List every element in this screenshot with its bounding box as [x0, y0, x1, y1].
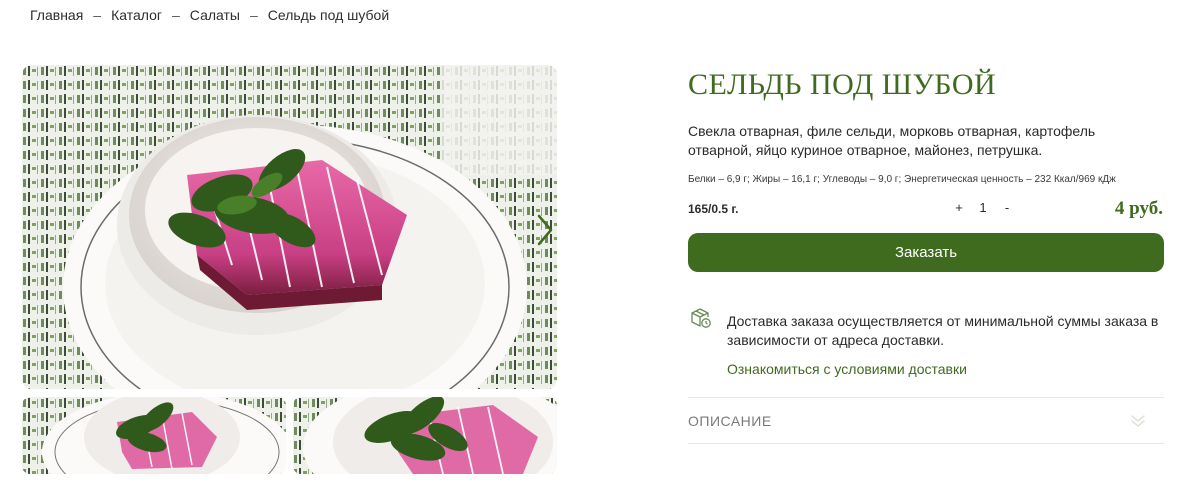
breadcrumb-current: Сельдь под шубой: [267, 7, 390, 23]
quantity-stepper: + 1 -: [952, 200, 1014, 215]
quantity-value: 1: [979, 200, 987, 215]
product-nutrition: Белки – 6,9 г; Жиры – 16,1 г; Углеводы –…: [688, 174, 1116, 185]
quantity-minus-button[interactable]: -: [1000, 200, 1014, 215]
product-thumbnail-1[interactable]: [22, 397, 286, 474]
breadcrumb: Главная – Каталог – Салаты – Сельдь под …: [30, 7, 389, 23]
delivery-info-text: Доставка заказа осуществляется от минима…: [727, 313, 1159, 348]
product-ingredients: Свекла отварная, филе сельди, морковь от…: [688, 123, 1096, 158]
delivery-terms-link[interactable]: Ознакомиться с условиями доставки: [727, 361, 967, 377]
product-main-image[interactable]: [22, 65, 557, 389]
breadcrumb-separator: –: [172, 7, 180, 23]
breadcrumb-salads[interactable]: Салаты: [190, 7, 240, 23]
breadcrumb-separator: –: [249, 7, 258, 23]
description-label: ОПИСАНИЕ: [688, 412, 772, 429]
description-accordion[interactable]: ОПИСАНИЕ: [688, 398, 1164, 443]
chevron-right-icon[interactable]: [530, 212, 560, 248]
product-title: СЕЛЬДЬ ПОД ШУБОЙ: [688, 68, 997, 101]
quantity-plus-button[interactable]: +: [952, 200, 966, 215]
breadcrumb-home[interactable]: Главная: [30, 7, 83, 23]
breadcrumb-separator: –: [93, 7, 102, 23]
delivery-box-icon: [689, 306, 713, 330]
order-button[interactable]: Заказать: [688, 233, 1164, 272]
double-chevron-down-icon: [1130, 413, 1146, 429]
product-thumbnail-2[interactable]: [293, 397, 557, 474]
breadcrumb-catalog[interactable]: Каталог: [111, 7, 162, 23]
product-price: 4 руб.: [1114, 198, 1163, 219]
product-weight: 165/0.5 г.: [688, 202, 739, 216]
divider: [688, 443, 1164, 444]
